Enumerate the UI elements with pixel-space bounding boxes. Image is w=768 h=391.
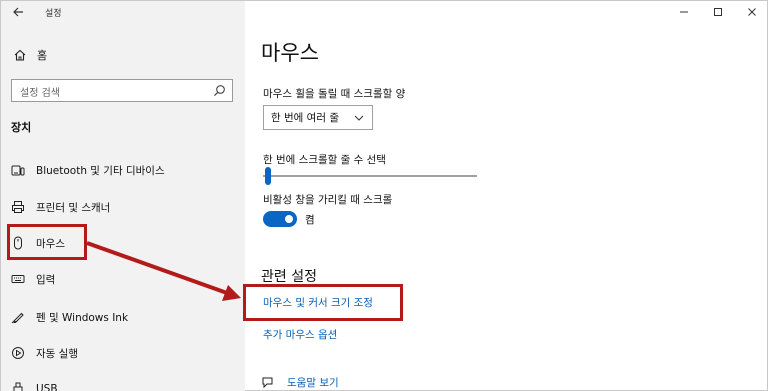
- sidebar-item-typing[interactable]: 입력: [1, 265, 245, 293]
- bluetooth-devices-icon: [11, 165, 25, 176]
- window-controls: [667, 1, 768, 23]
- search-icon[interactable]: [213, 84, 226, 97]
- maximize-icon: [714, 8, 722, 16]
- sidebar-item-usb[interactable]: USB: [1, 375, 245, 391]
- autoplay-icon: [12, 347, 24, 359]
- sidebar-item-label: 입력: [36, 273, 56, 286]
- sidebar-item-pen[interactable]: 펜 및 Windows Ink: [1, 303, 245, 331]
- additional-mouse-options-link[interactable]: 추가 마우스 옵션: [263, 327, 337, 342]
- lines-label: 한 번에 스크롤할 줄 수 선택: [263, 154, 386, 166]
- section-heading: 장치: [11, 121, 32, 134]
- sidebar-item-label: USB: [36, 383, 58, 391]
- sidebar-item-label: Bluetooth 및 기타 디바이스: [36, 164, 165, 177]
- slider-track: [263, 175, 477, 177]
- toggle-state-label: 켬: [305, 214, 315, 226]
- search-placeholder: 설정 검색: [20, 88, 60, 99]
- title-bar: 설정: [1, 1, 245, 25]
- sidebar-item-label: 프린터 및 스캐너: [36, 201, 111, 214]
- sidebar: 설정 홈 설정 검색 장치 Bluetooth 및 기타 디바이스 프린터 및 …: [1, 1, 245, 391]
- sidebar-item-printers[interactable]: 프린터 및 스캐너: [1, 193, 245, 221]
- sidebar-item-label: 마우스: [36, 237, 65, 250]
- minimize-icon: [680, 11, 688, 13]
- scroll-amount-select[interactable]: 한 번에 여러 줄: [263, 105, 373, 130]
- close-button[interactable]: [735, 1, 768, 23]
- toggle-knob: [285, 215, 293, 223]
- app-title: 설정: [45, 9, 62, 19]
- main-content: 마우스 마우스 휠을 돌릴 때 스크롤할 양 한 번에 여러 줄 한 번에 스크…: [245, 1, 768, 391]
- sidebar-item-autoplay[interactable]: 자동 실행: [1, 339, 245, 367]
- slider-thumb[interactable]: [265, 167, 271, 185]
- inactive-scroll-label: 비활성 창을 가리킬 때 스크롤: [263, 194, 393, 206]
- mouse-cursor-size-link[interactable]: 마우스 및 커서 크기 조정: [263, 295, 373, 310]
- page-title: 마우스: [261, 41, 319, 65]
- help-row[interactable]: 도움말 보기: [261, 375, 339, 390]
- sidebar-item-label: 펜 및 Windows Ink: [36, 311, 129, 324]
- minimize-button[interactable]: [667, 1, 701, 23]
- help-link[interactable]: 도움말 보기: [287, 375, 339, 390]
- pen-icon: [11, 312, 24, 324]
- home-icon: [14, 49, 26, 61]
- mouse-icon: [14, 236, 22, 250]
- sidebar-item-label: 자동 실행: [36, 347, 78, 360]
- keyboard-icon: [11, 275, 25, 283]
- chevron-down-icon: [354, 115, 364, 121]
- search-input[interactable]: 설정 검색: [11, 79, 233, 102]
- inactive-scroll-toggle[interactable]: [263, 211, 297, 227]
- help-chat-icon: [262, 377, 273, 389]
- related-settings-heading: 관련 설정: [261, 269, 317, 285]
- usb-icon: [13, 382, 23, 391]
- lines-slider[interactable]: [263, 166, 477, 186]
- back-button[interactable]: [9, 4, 27, 20]
- back-arrow-icon: [13, 7, 23, 17]
- home-label: 홈: [37, 49, 48, 62]
- sidebar-item-mouse[interactable]: 마우스: [1, 229, 245, 257]
- sidebar-item-home[interactable]: 홈: [13, 46, 47, 64]
- scroll-amount-value: 한 번에 여러 줄: [271, 112, 339, 124]
- scroll-amount-label: 마우스 휠을 돌릴 때 스크롤할 양: [263, 88, 406, 100]
- close-icon: [748, 8, 756, 16]
- printer-icon: [12, 201, 24, 213]
- maximize-button[interactable]: [701, 1, 735, 23]
- sidebar-item-bluetooth[interactable]: Bluetooth 및 기타 디바이스: [1, 156, 245, 184]
- settings-window: 설정 홈 설정 검색 장치 Bluetooth 및 기타 디바이스 프린터 및 …: [0, 0, 768, 391]
